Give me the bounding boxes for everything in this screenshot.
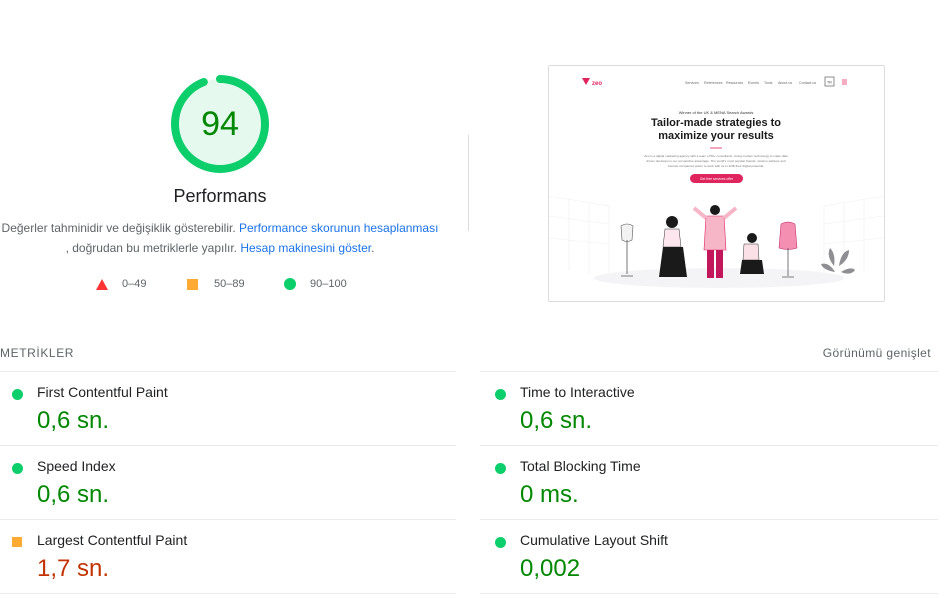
metric-name: First Contentful Paint (37, 384, 168, 400)
legend-item-average: 50–89 (187, 278, 245, 290)
mannequin-right (778, 221, 798, 278)
metric-value: 0 ms. (520, 481, 579, 508)
nav-item: Contact us (799, 81, 816, 85)
thumb-body: Zeo is a digital marketing agency with a… (644, 154, 788, 158)
thumb-body: driven decisions is our competitive adva… (647, 159, 786, 163)
square-icon (187, 278, 198, 290)
legend-label: 50–89 (214, 278, 245, 290)
calculator-link[interactable]: Hesap makinesini göster (240, 241, 371, 255)
score-description: Değerler tahminidir ve değişiklik göster… (0, 218, 440, 258)
metric-first-contentful-paint: First Contentful Paint 0,6 sn. (0, 372, 440, 446)
metrics-heading: METRİKLER (0, 346, 75, 360)
metric-largest-contentful-paint: Largest Contentful Paint 1,7 sn. (0, 520, 440, 594)
metric-name: Speed Index (37, 458, 116, 474)
score-value: 94 (201, 105, 239, 143)
nav-item: Tools (764, 81, 773, 85)
description-text: Değerler tahminidir ve değişiklik göster… (1, 221, 239, 235)
thumbnail-nav: Services References Resources Events Too… (685, 81, 816, 85)
plant-icon (821, 248, 855, 274)
good-circle-icon (495, 537, 506, 548)
metric-value: 0,6 sn. (520, 407, 593, 434)
legend-label: 0–49 (122, 278, 147, 290)
nav-item: References (704, 81, 723, 85)
circle-icon (284, 278, 296, 290)
thumb-body: internet companies prefer to work with u… (668, 164, 764, 168)
person-kneeling (740, 233, 764, 274)
score-calculation-link[interactable]: Performance skorunun hesaplanması (239, 221, 438, 235)
legend-item-pass: 90–100 (284, 278, 347, 290)
good-circle-icon (12, 463, 23, 474)
metric-name: Largest Contentful Paint (37, 532, 188, 548)
description-text: . (371, 241, 375, 255)
description-text: , doğrudan bu metriklerle yapılır. (65, 241, 241, 255)
nav-item: Resources (726, 81, 743, 85)
logo-text: zeo (592, 81, 602, 87)
score-title: Performans (173, 186, 267, 206)
thumb-cta-label: Get free services offer (700, 177, 734, 181)
good-circle-icon (495, 389, 506, 400)
metric-name: Time to Interactive (520, 384, 635, 400)
average-square-icon (12, 537, 22, 547)
good-circle-icon (12, 389, 23, 400)
person-left (659, 216, 687, 277)
thumb-headline: maximize your results (658, 130, 774, 142)
thumb-headline: Tailor-made strategies to (651, 117, 781, 129)
metric-value: 0,002 (520, 555, 581, 582)
menu-icon (842, 79, 847, 85)
legend-item-fail: 0–49 (96, 278, 146, 290)
expand-view-toggle[interactable]: Görünümü genişlet (823, 346, 931, 360)
metric-value: 0,6 sn. (37, 407, 110, 434)
final-screenshot: zeo Services References Resources Events… (548, 65, 885, 302)
metric-cumulative-layout-shift: Cumulative Layout Shift 0,002 (483, 520, 923, 594)
metric-name: Cumulative Layout Shift (520, 532, 668, 548)
vertical-divider (468, 135, 469, 231)
metric-speed-index: Speed Index 0,6 sn. (0, 446, 440, 520)
nav-item: About us (778, 81, 792, 85)
metric-divider (0, 593, 456, 594)
lang-switch: TR (827, 81, 832, 85)
nav-item: Events (748, 81, 759, 85)
good-circle-icon (495, 463, 506, 474)
zeo-logo: zeo (582, 78, 602, 87)
triangle-icon (96, 278, 108, 290)
metric-total-blocking-time: Total Blocking Time 0 ms. (483, 446, 923, 520)
performance-score-gauge: 94 (170, 74, 270, 174)
metric-divider (480, 593, 938, 594)
metric-value: 0,6 sn. (37, 481, 110, 508)
nav-item: Services (685, 81, 699, 85)
thumb-kicker: Winner of the UK & MENA Search Awards (679, 110, 754, 115)
mannequin-left (620, 223, 634, 277)
legend-label: 90–100 (310, 278, 347, 290)
person-center (692, 205, 738, 278)
metric-value: 1,7 sn. (37, 555, 110, 582)
metric-name: Total Blocking Time (520, 458, 641, 474)
metric-time-to-interactive: Time to Interactive 0,6 sn. (483, 372, 923, 446)
